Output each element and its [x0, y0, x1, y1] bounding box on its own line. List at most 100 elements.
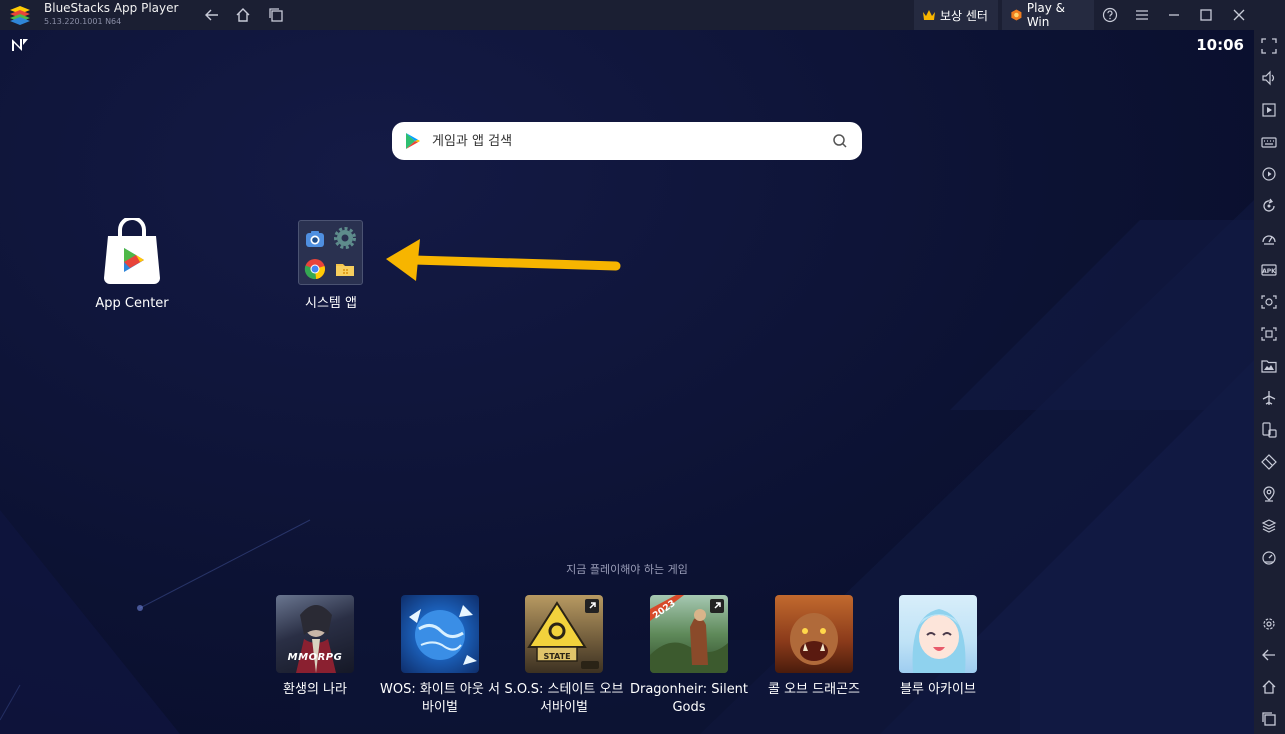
- settings-gear-icon: [334, 227, 356, 249]
- fullscreen-icon: [1261, 38, 1277, 54]
- system-apps-shortcut[interactable]: 시스템 앱: [290, 286, 372, 311]
- menu-button[interactable]: [1131, 4, 1153, 26]
- fullscreen-button[interactable]: [1259, 36, 1279, 56]
- arrow-left-icon: [1262, 649, 1275, 661]
- multi-instance-button[interactable]: [265, 4, 287, 26]
- recent-apps-icon: [1262, 712, 1276, 726]
- crown-icon: [923, 10, 935, 20]
- layers-button[interactable]: [1259, 516, 1279, 536]
- minimize-icon: [1169, 14, 1179, 16]
- reward-center-button[interactable]: 보상 센터: [914, 0, 998, 30]
- airplane-icon: [1262, 391, 1276, 405]
- android-back-button[interactable]: [1259, 645, 1279, 665]
- bluestacks-logo-icon: [10, 6, 30, 25]
- search-icon[interactable]: [832, 133, 848, 149]
- right-sidebar: APK: [1254, 30, 1285, 734]
- performance-button[interactable]: [1259, 228, 1279, 248]
- rotate-button[interactable]: [1259, 196, 1279, 216]
- android-screen: 10:06 App Center: [0, 30, 1254, 734]
- game-thumbnail: 2023: [650, 595, 728, 673]
- airplane-mode-button[interactable]: [1259, 388, 1279, 408]
- title-bar: BlueStacks App Player 5.13.220.1001 N64 …: [0, 0, 1285, 30]
- n-logo-icon: [12, 39, 28, 51]
- play-box-icon: [1262, 103, 1276, 117]
- arrow-left-icon: [205, 9, 218, 21]
- windows-stack-icon: [269, 8, 283, 22]
- status-clock: 10:06: [1196, 36, 1244, 54]
- keyboard-icon: [1261, 137, 1277, 148]
- game-badge: STATE: [543, 652, 571, 661]
- external-link-icon: [710, 599, 724, 613]
- game-badge: MMORPG: [287, 652, 343, 663]
- game-thumbnail: [899, 595, 977, 673]
- location-pin-icon: [1263, 486, 1275, 502]
- macro-button[interactable]: [1259, 164, 1279, 184]
- file-manager-icon: [336, 264, 354, 276]
- svg-text:APK: APK: [1262, 268, 1276, 275]
- help-button[interactable]: [1099, 4, 1121, 26]
- media-manager-button[interactable]: [1259, 356, 1279, 376]
- media-button[interactable]: [1259, 100, 1279, 120]
- play-win-badge-icon: [1011, 9, 1022, 21]
- screenshot-button[interactable]: [1259, 292, 1279, 312]
- settings-button[interactable]: [1259, 614, 1279, 634]
- help-icon: [1102, 7, 1118, 23]
- macro-play-icon: [1262, 167, 1276, 181]
- minimize-button[interactable]: [1163, 4, 1185, 26]
- speed-button[interactable]: [1259, 548, 1279, 568]
- home-button[interactable]: [232, 4, 254, 26]
- search-input[interactable]: [432, 122, 822, 160]
- close-button[interactable]: [1228, 4, 1250, 26]
- image-folder-icon: [1261, 360, 1277, 373]
- eraser-icon: [1261, 454, 1277, 470]
- home-icon: [1262, 680, 1276, 694]
- multi-instance-sidebar-button[interactable]: [1259, 420, 1279, 440]
- app-center-bag-icon: [104, 216, 160, 284]
- record-screen-button[interactable]: [1259, 324, 1279, 344]
- game-thumbnail: [401, 595, 479, 673]
- app-center-shortcut[interactable]: App Center: [92, 216, 172, 311]
- game-title: 환생의 나라: [283, 682, 347, 697]
- system-apps-folder[interactable]: [298, 220, 363, 285]
- app-version: 5.13.220.1001 N64: [44, 17, 122, 26]
- external-link-icon: [585, 599, 599, 613]
- location-button[interactable]: [1259, 484, 1279, 504]
- apk-icon: APK: [1261, 264, 1277, 276]
- volume-icon: [1262, 70, 1275, 86]
- back-button[interactable]: [201, 4, 223, 26]
- gear-icon: [1263, 618, 1275, 630]
- play-win-button[interactable]: Play & Win: [1002, 0, 1094, 30]
- play-win-label: Play & Win: [1026, 1, 1066, 29]
- layers-icon: [1261, 519, 1277, 533]
- play-store-search-bar[interactable]: [392, 122, 862, 160]
- chrome-icon: [304, 259, 325, 280]
- android-recents-button[interactable]: [1259, 709, 1279, 729]
- game-title: 콜 오브 드래곤즈: [768, 682, 860, 697]
- game-card-wos[interactable]: WOS: 화이트 아웃 서바이벌: [380, 595, 500, 717]
- install-apk-button[interactable]: APK: [1259, 260, 1279, 280]
- game-title: S.O.S: 스테이트 오브 서바이벌: [504, 682, 624, 715]
- maximize-icon: [1200, 9, 1212, 21]
- screen-record-icon: [1261, 327, 1277, 341]
- anime-girl-art-icon: [912, 609, 966, 673]
- game-title: WOS: 화이트 아웃 서바이벌: [380, 682, 500, 715]
- home-icon: [236, 8, 250, 22]
- close-icon: [1233, 9, 1245, 21]
- game-card-blue-archive[interactable]: 블루 아카이브: [878, 595, 998, 699]
- maximize-button[interactable]: [1195, 4, 1217, 26]
- android-home-button[interactable]: [1259, 677, 1279, 697]
- system-apps-label: 시스템 앱: [305, 296, 357, 311]
- camera-icon: [1261, 295, 1277, 309]
- game-card-dragonheir[interactable]: 2023 Dragonheir: Silent Gods: [629, 595, 749, 717]
- game-card-reincarnation[interactable]: MMORPG 환생의 나라: [255, 595, 375, 699]
- game-card-call-of-dragons[interactable]: 콜 오브 드래곤즈: [754, 595, 874, 699]
- orc-art-icon: [790, 613, 838, 665]
- eco-mode-button[interactable]: [1259, 452, 1279, 472]
- hamburger-menu-icon: [1136, 10, 1148, 20]
- app-title: BlueStacks App Player: [44, 1, 179, 15]
- ice-globe-art-icon: [409, 605, 477, 665]
- keyboard-controls-button[interactable]: [1259, 132, 1279, 152]
- game-card-sos[interactable]: STATE S.O.S: 스테이트 오브 서바이벌: [504, 595, 624, 717]
- game-thumbnail: STATE: [525, 595, 603, 673]
- volume-button[interactable]: [1259, 68, 1279, 88]
